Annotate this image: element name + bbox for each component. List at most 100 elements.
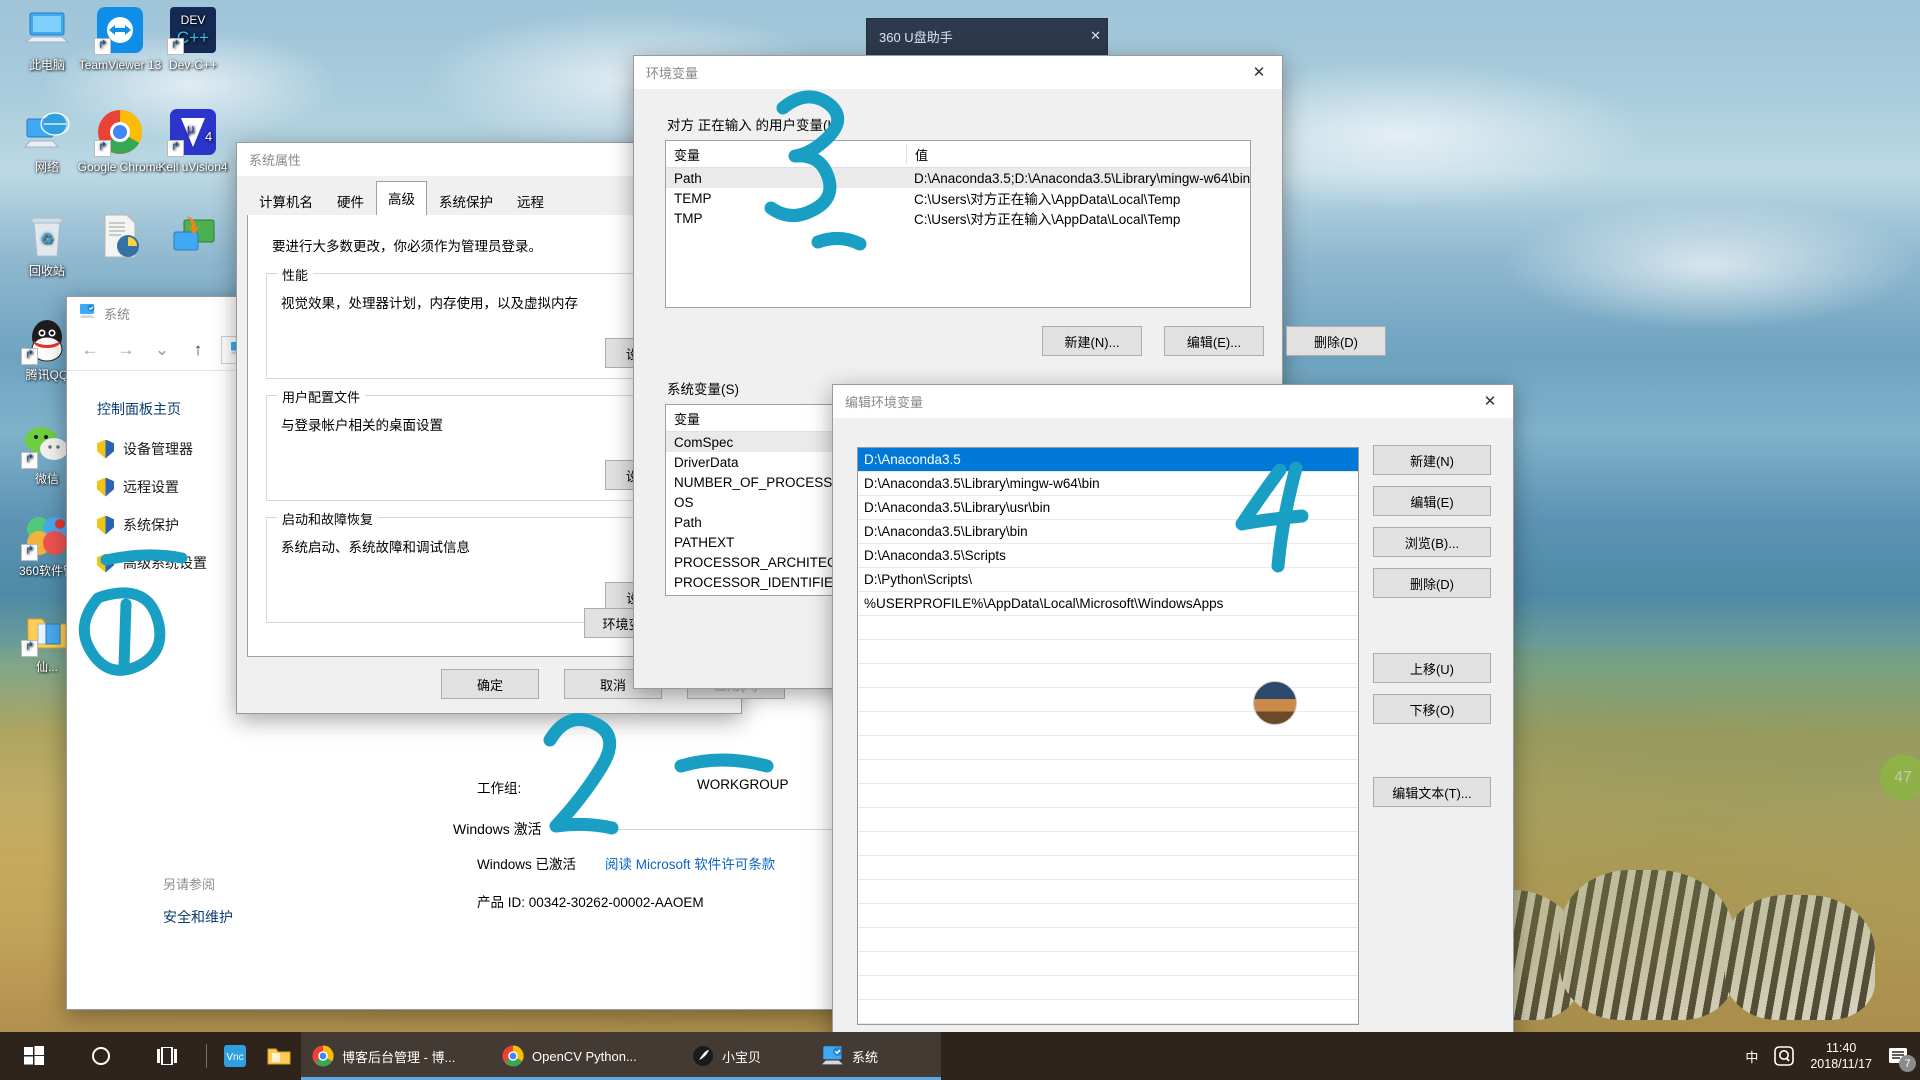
list-item[interactable]: D:\Anaconda3.5: [858, 448, 1358, 472]
taskbar-app-music-player[interactable]: 小宝贝: [681, 1032, 811, 1080]
shortcut-arrow-icon: ↱: [94, 140, 111, 157]
tab-remote[interactable]: 远程: [505, 186, 556, 216]
shortcut-arrow-icon: ↱: [21, 452, 38, 469]
chrome-icon: [501, 1044, 525, 1068]
zebra-silhouette: [1725, 895, 1875, 1020]
list-item[interactable]: D:\Anaconda3.5\Library\bin: [858, 520, 1358, 544]
forward-button[interactable]: →: [113, 337, 139, 363]
path-entries-list[interactable]: D:\Anaconda3.5 D:\Anaconda3.5\Library\mi…: [857, 447, 1359, 1025]
move-up-button[interactable]: 上移(U): [1373, 653, 1491, 683]
taskbar-pinned-file-explorer[interactable]: [257, 1032, 301, 1080]
list-item[interactable]: [858, 904, 1358, 928]
list-item[interactable]: D:\Python\Scripts\: [858, 568, 1358, 592]
python-file-icon: [96, 212, 144, 260]
qq-tray-icon[interactable]: [1772, 1044, 1796, 1068]
tab-system-protection[interactable]: 系统保护: [427, 186, 505, 216]
tab-computer-name[interactable]: 计算机名: [247, 186, 325, 216]
list-item[interactable]: [858, 880, 1358, 904]
up-button[interactable]: ↑: [185, 337, 211, 363]
ok-button[interactable]: 确定: [441, 669, 539, 699]
sidebar-item-label: 系统保护: [123, 517, 179, 533]
admin-notice: 要进行大多数更改，你必须作为管理员登录。: [272, 239, 542, 254]
tab-advanced[interactable]: 高级: [376, 181, 427, 216]
cortana-button[interactable]: [68, 1032, 134, 1080]
user-variables-table[interactable]: 变量 值 Path D:\Anaconda3.5;D:\Anaconda3.5\…: [665, 140, 1251, 308]
see-also-link-security-maintenance[interactable]: 安全和维护: [163, 907, 233, 927]
remote-desktop-icon: [169, 212, 217, 260]
desktop-icon-label: Dev-C++: [168, 58, 218, 72]
taskbar-pinned-vnc[interactable]: Vnc: [213, 1032, 257, 1080]
svg-text:♻: ♻: [40, 231, 53, 248]
music-icon: [691, 1044, 715, 1068]
new-button[interactable]: 新建(N): [1373, 445, 1491, 475]
variable-value: D:\Anaconda3.5;D:\Anaconda3.5\Library\mi…: [914, 170, 1250, 186]
list-item[interactable]: [858, 616, 1358, 640]
notifications-button[interactable]: 7: [1886, 1044, 1916, 1072]
zebra-silhouette: [1560, 870, 1735, 1020]
list-item[interactable]: [858, 976, 1358, 1000]
shield-icon: [97, 439, 114, 459]
start-button[interactable]: [0, 1032, 68, 1080]
taskbar-app-opencv-python[interactable]: OpenCV Python...: [491, 1032, 681, 1080]
list-item[interactable]: D:\Anaconda3.5\Library\usr\bin: [858, 496, 1358, 520]
list-item[interactable]: [858, 952, 1358, 976]
environment-variables-title: 环境变量: [646, 65, 699, 81]
move-down-button[interactable]: 下移(O): [1373, 694, 1491, 724]
table-row[interactable]: Path D:\Anaconda3.5;D:\Anaconda3.5\Libra…: [666, 168, 1250, 188]
list-item[interactable]: D:\Anaconda3.5\Scripts: [858, 544, 1358, 568]
table-header: 变量 值: [666, 141, 1250, 168]
desktop-icon-remote-tool[interactable]: [150, 212, 236, 264]
ime-indicator[interactable]: 中: [1745, 1047, 1758, 1066]
edit-button[interactable]: 编辑(E): [1373, 486, 1491, 516]
startup-recovery-description: 系统启动、系统故障和调试信息: [281, 540, 470, 555]
shortcut-arrow-icon: ↱: [21, 348, 38, 365]
taskbar[interactable]: Vnc 博客后台管理 - 博... OpenCV Python... 小宝贝 系…: [0, 1032, 1920, 1080]
list-item[interactable]: D:\Anaconda3.5\Library\mingw-w64\bin: [858, 472, 1358, 496]
shortcut-arrow-icon: ↱: [167, 38, 184, 55]
table-row[interactable]: TMP C:\Users\对方正在输入\AppData\Local\Temp: [666, 208, 1250, 228]
list-item[interactable]: [858, 640, 1358, 664]
workgroup-value: WORKGROUP: [697, 777, 789, 792]
license-terms-link[interactable]: 阅读 Microsoft 软件许可条款: [605, 853, 775, 873]
list-item[interactable]: [858, 832, 1358, 856]
back-button[interactable]: ←: [77, 337, 103, 363]
close-icon[interactable]: ✕: [1236, 57, 1282, 88]
user-new-button[interactable]: 新建(N)...: [1042, 326, 1142, 356]
list-item[interactable]: %USERPROFILE%\AppData\Local\Microsoft\Wi…: [858, 592, 1358, 616]
delete-button[interactable]: 删除(D): [1373, 568, 1491, 598]
360-software-icon: ↱: [21, 512, 71, 561]
user-edit-button[interactable]: 编辑(E)...: [1164, 326, 1264, 356]
user-delete-button[interactable]: 删除(D): [1286, 326, 1386, 356]
product-id: 产品 ID: 00342-30262-00002-AAOEM: [477, 895, 704, 910]
close-icon[interactable]: ✕: [1090, 28, 1101, 44]
u-disk-titlebar: 360 U盘助手 ✕: [867, 19, 1107, 53]
list-item[interactable]: [858, 928, 1358, 952]
taskbar-clock[interactable]: 11:40 2018/11/17: [1810, 1040, 1872, 1072]
qq-icon: ↱: [21, 316, 71, 365]
variable-name: Path: [674, 170, 702, 186]
variable-value: C:\Users\对方正在输入\AppData\Local\Temp: [914, 192, 1181, 207]
task-view-button[interactable]: [134, 1032, 200, 1080]
list-item[interactable]: [858, 760, 1358, 784]
taskbar-app-blog-admin[interactable]: 博客后台管理 - 博...: [301, 1032, 491, 1080]
list-item[interactable]: [858, 1000, 1358, 1024]
list-item[interactable]: [858, 808, 1358, 832]
desktop-icon-dev-cpp[interactable]: DEV C++ ↱ Dev-C++: [150, 6, 236, 72]
edit-environment-variable-dialog[interactable]: 编辑环境变量 ✕ D:\Anaconda3.5 D:\Anaconda3.5\L…: [832, 384, 1514, 1064]
list-item[interactable]: [858, 736, 1358, 760]
tab-hardware[interactable]: 硬件: [325, 186, 376, 216]
svg-text:DEV: DEV: [181, 13, 206, 27]
edit-text-button[interactable]: 编辑文本(T)...: [1373, 777, 1491, 807]
keil-icon: μ4 ↱: [167, 108, 217, 157]
this-pc-small-icon: [79, 304, 96, 322]
close-icon[interactable]: ✕: [1467, 386, 1513, 417]
browse-button[interactable]: 浏览(B)...: [1373, 527, 1491, 557]
desktop-icon-keil[interactable]: μ4 ↱ Keil uVision4: [150, 108, 236, 174]
list-item[interactable]: [858, 856, 1358, 880]
list-item[interactable]: [858, 784, 1358, 808]
recent-locations-button[interactable]: ⌄: [149, 337, 175, 363]
see-also-section: 另请参阅 安全和维护: [163, 874, 233, 927]
table-row[interactable]: TEMP C:\Users\对方正在输入\AppData\Local\Temp: [666, 188, 1250, 208]
taskbar-app-system[interactable]: 系统: [811, 1032, 941, 1080]
